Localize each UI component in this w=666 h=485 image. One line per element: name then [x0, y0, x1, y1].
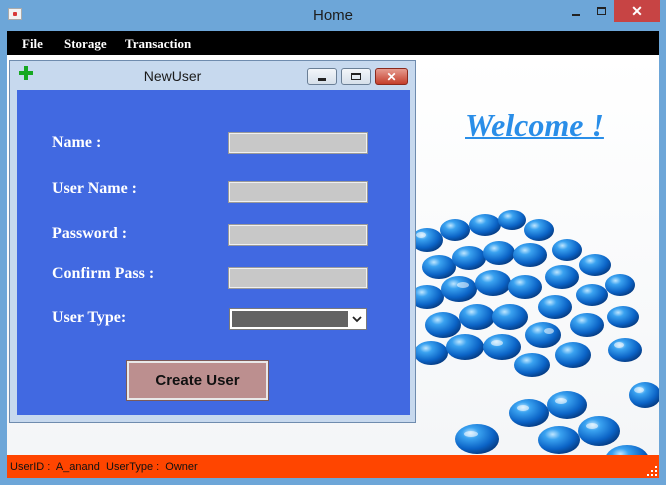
newuser-window: NewUser ✕ Name : User Name : Password : … — [9, 60, 416, 423]
maximize-button[interactable] — [588, 0, 614, 22]
maximize-icon — [596, 7, 606, 15]
user-type-select[interactable] — [229, 308, 367, 330]
newuser-close-button[interactable]: ✕ — [375, 68, 408, 85]
password-label: Password : — [52, 225, 128, 242]
newuser-title-bar[interactable]: NewUser ✕ — [10, 61, 415, 89]
menu-item-file[interactable]: File — [22, 36, 43, 52]
password-field[interactable] — [228, 224, 368, 246]
create-user-button[interactable]: Create User — [126, 360, 269, 401]
chevron-down-icon[interactable] — [351, 312, 363, 326]
minimize-icon — [572, 14, 580, 16]
name-field[interactable] — [228, 132, 368, 154]
confirm-password-field[interactable] — [228, 267, 368, 289]
newuser-minimize-button[interactable] — [307, 68, 337, 85]
status-text: UserID : A_anand UserType : Owner — [10, 461, 198, 473]
title-bar[interactable]: Home ✕ — [0, 0, 666, 31]
menu-bar: File Storage Transaction — [7, 31, 659, 55]
welcome-heading: Welcome ! — [465, 107, 604, 143]
newuser-form: Name : User Name : Password : Confirm Pa… — [17, 90, 410, 415]
user-type-selected — [232, 311, 348, 327]
resize-grip-icon[interactable] — [647, 466, 657, 476]
confirm-password-label: Confirm Pass : — [52, 265, 155, 282]
name-label: Name : — [52, 134, 102, 151]
newuser-maximize-button[interactable] — [341, 68, 371, 85]
username-label: User Name : — [52, 180, 138, 197]
minimize-button[interactable] — [562, 0, 590, 22]
close-icon: ✕ — [386, 69, 397, 84]
newuser-title: NewUser — [143, 68, 202, 84]
close-button[interactable]: ✕ — [614, 0, 660, 22]
username-field[interactable] — [228, 181, 368, 203]
maximize-icon — [351, 73, 361, 80]
user-type-label: User Type: — [52, 309, 127, 326]
menu-item-transaction[interactable]: Transaction — [125, 36, 191, 52]
status-bar: UserID : A_anand UserType : Owner — [7, 455, 659, 478]
minimize-icon — [318, 77, 326, 81]
menu-item-storage[interactable]: Storage — [64, 36, 107, 52]
close-icon: ✕ — [631, 2, 643, 19]
